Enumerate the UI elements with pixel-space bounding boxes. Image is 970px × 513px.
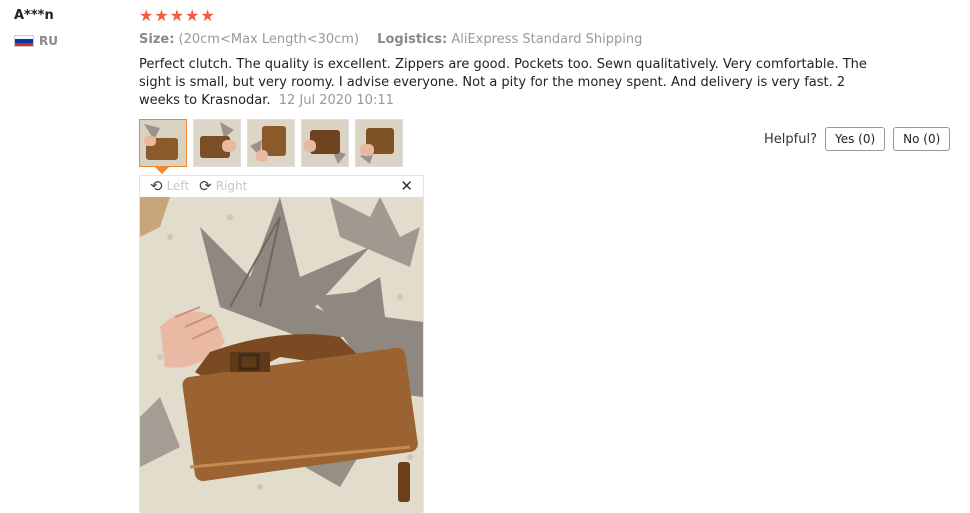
logistics-value: AliExpress Standard Shipping (451, 32, 643, 47)
rotate-left-button[interactable]: ⟲ Left (150, 177, 190, 195)
star-rating: ★ ★ ★ ★ ★ (139, 6, 215, 26)
reviewer-name: A***n (14, 8, 54, 23)
photo-thumbnail-4[interactable] (301, 119, 349, 167)
rotate-right-button[interactable]: ⟳ Right (199, 177, 248, 195)
photo-viewer: ⟲ Left ⟳ Right ✕ (139, 175, 424, 513)
rotate-right-icon: ⟳ (199, 177, 212, 195)
photo-thumbnail-1[interactable] (139, 119, 187, 167)
country-code: RU (39, 34, 58, 48)
size-value: (20cm<Max Length<30cm) (178, 32, 360, 47)
photo-thumbnail-2[interactable] (193, 119, 241, 167)
helpful-vote: Helpful? Yes (0) No (0) (764, 127, 951, 151)
review-text: Perfect clutch. The quality is excellent… (139, 57, 867, 108)
helpful-yes-button[interactable]: Yes (0) (824, 127, 886, 151)
review-meta: Size: (20cm<Max Length<30cm) Logistics: … (139, 32, 642, 47)
russia-flag-icon (14, 35, 34, 47)
helpful-label: Helpful? (764, 131, 817, 147)
reviewer-country: RU (14, 34, 58, 48)
rotate-left-label: Left (166, 179, 190, 193)
photo-thumbnail-5[interactable] (355, 119, 403, 167)
review-photo (140, 197, 423, 513)
review-body: Perfect clutch. The quality is excellent… (139, 56, 879, 110)
review-date: 12 Jul 2020 10:11 (278, 93, 394, 108)
viewer-toolbar: ⟲ Left ⟳ Right (140, 176, 423, 196)
rotate-right-label: Right (215, 179, 248, 193)
photo-thumbnails (139, 119, 403, 167)
logistics-label: Logistics: (377, 32, 448, 47)
selected-thumbnail-caret (155, 167, 169, 174)
star-icon: ★ (139, 6, 154, 25)
close-icon[interactable]: ✕ (400, 178, 413, 194)
rotate-left-icon: ⟲ (150, 177, 163, 195)
star-icon: ★ (169, 6, 185, 25)
size-label: Size: (139, 32, 175, 47)
helpful-no-button[interactable]: No (0) (893, 127, 951, 151)
photo-thumbnail-3[interactable] (247, 119, 295, 167)
star-icon: ★ (185, 6, 200, 25)
star-icon: ★ (200, 6, 215, 25)
star-icon: ★ (154, 6, 169, 25)
